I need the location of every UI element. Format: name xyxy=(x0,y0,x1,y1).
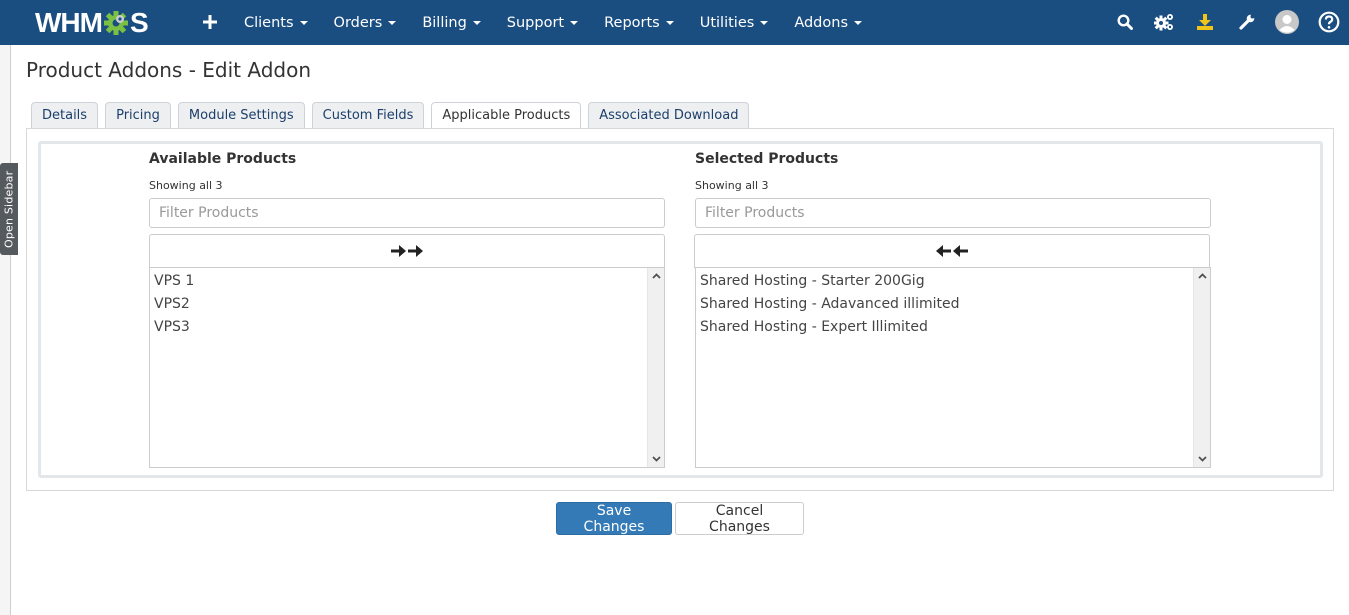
tab-module-settings[interactable]: Module Settings xyxy=(177,102,305,129)
top-navbar: WHM S Clients Orders Billing Support Rep… xyxy=(0,0,1349,45)
tab-custom-fields[interactable]: Custom Fields xyxy=(311,102,425,129)
caret-down-icon xyxy=(472,20,481,25)
selected-product-item[interactable]: Shared Hosting - Starter 200Gig xyxy=(696,270,1193,293)
save-changes-button[interactable]: Save Changes xyxy=(556,502,672,535)
scroll-down-arrow-icon[interactable] xyxy=(1194,452,1210,466)
double-arrow-left-icon xyxy=(936,245,968,257)
nav-billing[interactable]: Billing xyxy=(422,14,481,31)
nav-reports[interactable]: Reports xyxy=(604,15,674,31)
nav-orders[interactable]: Orders xyxy=(334,15,397,31)
selected-products-list[interactable]: Shared Hosting - Starter 200Gig Shared H… xyxy=(695,267,1211,468)
download-icon[interactable] xyxy=(1194,11,1216,33)
tab-pricing[interactable]: Pricing xyxy=(105,102,171,129)
nav-reports-label: Reports xyxy=(604,14,660,31)
caret-down-icon xyxy=(760,20,769,25)
caret-down-icon xyxy=(570,20,579,25)
navbar-right-icons xyxy=(1089,0,1349,45)
scroll-up-arrow-icon[interactable] xyxy=(1194,269,1210,283)
nav-clients[interactable]: Clients xyxy=(244,15,308,31)
search-icon[interactable] xyxy=(1114,11,1136,33)
nav-addons[interactable]: Addons xyxy=(794,14,863,31)
tab-associated-download[interactable]: Associated Download xyxy=(588,102,750,129)
available-list-scrollbar[interactable] xyxy=(647,268,664,467)
scroll-up-arrow-icon[interactable] xyxy=(648,269,664,283)
selected-product-item[interactable]: Shared Hosting - Adavanced illimited xyxy=(696,293,1193,316)
caret-down-icon xyxy=(854,20,863,25)
wrench-icon[interactable] xyxy=(1236,11,1258,33)
scroll-down-arrow-icon[interactable] xyxy=(648,452,664,466)
selected-showing-count: Showing all 3 xyxy=(695,179,769,192)
caret-down-icon xyxy=(665,20,674,25)
main-menu: Clients Orders Billing Support Reports U… xyxy=(244,0,888,45)
nav-support-label: Support xyxy=(506,14,565,31)
logo-gear-icon xyxy=(103,10,129,36)
caret-down-icon xyxy=(299,20,308,25)
nav-utilities[interactable]: Utilities xyxy=(700,15,769,31)
nav-orders-label: Orders xyxy=(333,14,383,31)
nav-utilities-label: Utilities xyxy=(699,14,755,31)
addon-tabs: Details Pricing Module Settings Custom F… xyxy=(31,102,756,130)
selected-product-item[interactable]: Shared Hosting - Expert Illimited xyxy=(696,316,1193,339)
selected-filter-input[interactable] xyxy=(695,198,1211,228)
move-all-to-available-button[interactable] xyxy=(694,234,1210,268)
logo-text-right: S xyxy=(129,7,149,38)
add-new-button[interactable] xyxy=(200,10,220,34)
user-avatar-icon[interactable] xyxy=(1275,10,1299,34)
open-sidebar-toggle[interactable]: Open Sidebar xyxy=(0,163,18,255)
cogs-icon[interactable] xyxy=(1153,11,1175,33)
logo-text-left: WHM xyxy=(35,7,103,38)
available-product-item[interactable]: VPS2 xyxy=(150,293,647,316)
nav-billing-label: Billing xyxy=(422,14,467,31)
cancel-changes-button[interactable]: Cancel Changes xyxy=(675,502,804,535)
double-arrow-right-icon xyxy=(391,245,423,257)
selected-products-header: Selected Products xyxy=(695,151,839,167)
selected-list-scrollbar[interactable] xyxy=(1193,268,1210,467)
tab-applicable-products[interactable]: Applicable Products xyxy=(431,102,582,130)
nav-clients-label: Clients xyxy=(244,14,294,31)
collapsed-sidebar xyxy=(0,45,11,615)
move-all-to-selected-button[interactable] xyxy=(149,234,665,268)
available-showing-count: Showing all 3 xyxy=(149,179,223,192)
available-filter-input[interactable] xyxy=(149,198,665,228)
caret-down-icon xyxy=(388,20,397,25)
available-product-item[interactable]: VPS 1 xyxy=(150,270,647,293)
available-products-header: Available Products xyxy=(149,151,297,167)
nav-addons-label: Addons xyxy=(794,14,849,31)
nav-support[interactable]: Support xyxy=(506,14,579,31)
page-title: Product Addons - Edit Addon xyxy=(26,58,311,82)
plus-icon xyxy=(203,15,217,29)
available-product-item[interactable]: VPS3 xyxy=(150,316,647,339)
help-icon[interactable] xyxy=(1318,11,1340,33)
available-products-list[interactable]: VPS 1 VPS2 VPS3 xyxy=(149,267,665,468)
tab-details[interactable]: Details xyxy=(31,102,99,129)
whmcs-logo[interactable]: WHM S xyxy=(35,7,149,38)
